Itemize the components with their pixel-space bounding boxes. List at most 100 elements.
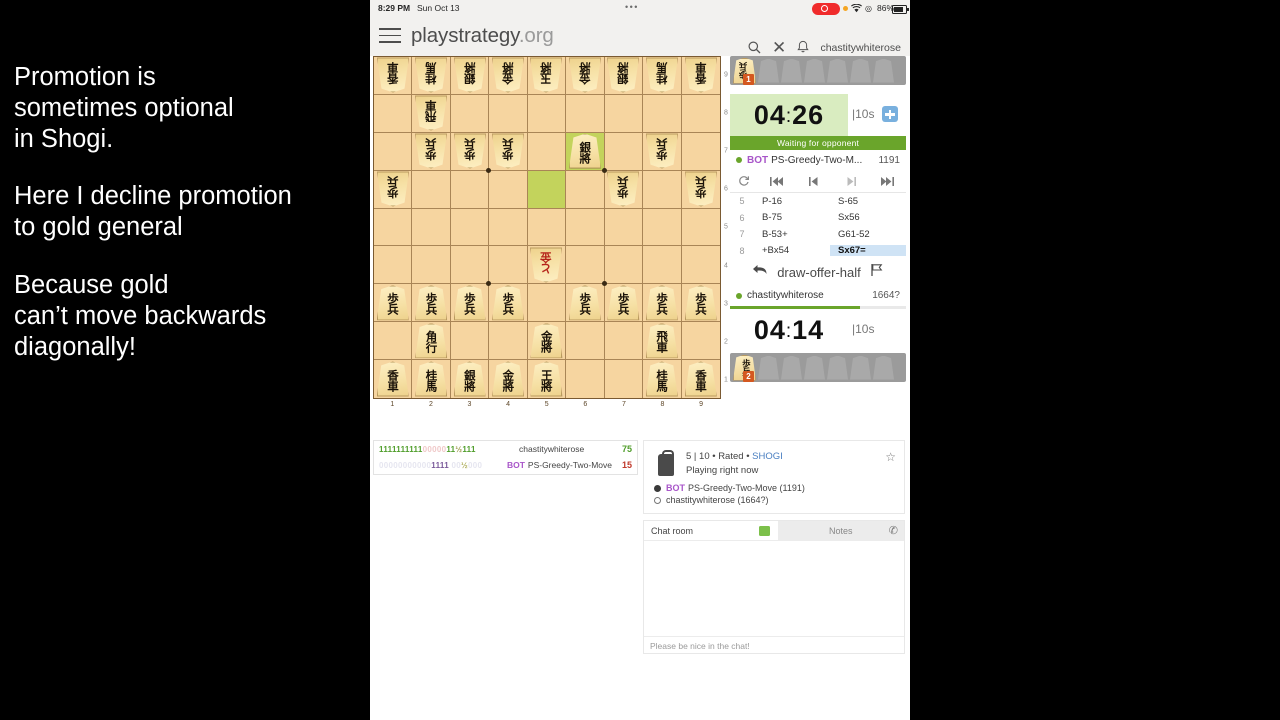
move-black[interactable]: Sx56 [830, 212, 906, 223]
move-white[interactable]: B-75 [754, 212, 830, 223]
close-icon[interactable]: ✕ [772, 39, 786, 56]
board-square-r8c8[interactable]: 飛車 [643, 322, 682, 361]
piece-歩兵-sente[interactable]: 歩兵 [607, 285, 640, 321]
board-square-r6c8[interactable] [643, 246, 682, 285]
piece-歩兵-gote[interactable]: 歩兵 [646, 134, 678, 169]
next-move-icon[interactable] [832, 176, 869, 187]
draw-offer-button[interactable]: draw-offer-half [777, 265, 861, 280]
board-square-r7c6[interactable]: 歩兵 [566, 284, 605, 323]
board-square-r5c6[interactable] [566, 208, 605, 247]
board-square-r9c5[interactable]: 王將 [528, 360, 567, 398]
score-player-name[interactable]: chastitywhiterose [511, 444, 610, 454]
tab-chat-room[interactable]: Chat room [644, 521, 778, 540]
piece-歩兵-gote[interactable]: 歩兵 [685, 172, 717, 207]
board-square-r5c3[interactable] [450, 208, 490, 247]
board-square-r1c2[interactable]: 桂馬 [412, 57, 451, 95]
piece-飛車-sente[interactable]: 飛車 [645, 323, 678, 359]
chat-input[interactable]: Please be nice in the chat! [644, 636, 904, 654]
piece-銀將-gote[interactable]: 銀將 [607, 58, 639, 93]
board-square-r3c7[interactable] [604, 132, 644, 171]
board-square-r7c5[interactable] [527, 284, 567, 323]
board-square-r9c9[interactable]: 香車 [682, 360, 720, 398]
piece-歩兵-sente[interactable]: 歩兵 [645, 285, 678, 321]
flip-board-icon[interactable] [730, 175, 758, 187]
board-square-r4c7[interactable]: 歩兵 [604, 170, 644, 209]
board-square-r2c9[interactable] [681, 95, 720, 133]
piece-銀將-gote[interactable]: 銀將 [454, 58, 486, 93]
chat-toggle-icon[interactable] [758, 525, 770, 536]
board-square-r2c5[interactable] [527, 94, 567, 133]
board-square-r4c8[interactable] [643, 170, 682, 209]
plus-icon[interactable] [882, 106, 898, 122]
board-square-r1c5[interactable]: 玉將 [527, 57, 567, 95]
board-square-r3c8[interactable]: 歩兵 [643, 132, 682, 171]
board-square-r5c2[interactable] [412, 208, 451, 247]
piece-歩兵-gote[interactable]: 歩兵 [454, 134, 486, 169]
piece-歩兵-sente[interactable]: 歩兵 [453, 285, 486, 321]
opponent-name[interactable]: PS-Greedy-Two-M... [771, 155, 862, 166]
piece-金將-gote[interactable]: 金將 [569, 58, 601, 93]
board-square-r5c5[interactable] [527, 208, 567, 247]
board-square-r6c7[interactable] [604, 246, 644, 285]
board-square-r7c7[interactable]: 歩兵 [604, 284, 644, 323]
board-square-r7c1[interactable]: 歩兵 [374, 284, 413, 323]
board-square-r9c7[interactable] [605, 360, 644, 398]
board-square-r6c6[interactable] [566, 246, 607, 287]
piece-金將-sente[interactable]: 金將 [530, 323, 563, 359]
hamburger-menu-icon[interactable] [379, 26, 401, 46]
piece-玉將-gote[interactable]: 玉將 [530, 58, 562, 93]
board-square-r2c2[interactable]: 飛車 [412, 94, 451, 133]
board-square-r3c4[interactable]: 歩兵 [489, 132, 528, 171]
board-square-r3c1[interactable] [374, 132, 413, 171]
piece-王將-sente[interactable]: 王將 [530, 361, 563, 397]
board-square-r2c3[interactable] [450, 94, 490, 133]
header-username[interactable]: chastitywhiterose [820, 42, 901, 54]
board-square-r4c3[interactable] [450, 170, 490, 209]
board-square-r8c7[interactable] [604, 322, 644, 361]
board-square-r7c2[interactable]: 歩兵 [412, 284, 451, 323]
prev-move-icon[interactable] [795, 176, 832, 187]
board-square-r5c8[interactable] [643, 208, 682, 247]
board-square-r6c9[interactable] [681, 246, 720, 285]
piece-歩兵-sente[interactable]: 歩兵 [415, 285, 448, 321]
board-square-r2c4[interactable] [489, 94, 528, 133]
piece-香車-gote[interactable]: 香車 [685, 58, 717, 93]
captured-pieces-tray-opponent[interactable]: 歩兵 1 [730, 56, 906, 85]
piece-銀將-sente[interactable]: 銀將 [568, 133, 601, 169]
board-square-r2c6[interactable] [566, 94, 605, 133]
board-square-r9c2[interactable]: 桂馬 [412, 360, 451, 398]
board-square-r4c9[interactable]: 歩兵 [681, 171, 720, 209]
piece-香車-gote[interactable]: 香車 [377, 58, 409, 93]
board-square-r1c8[interactable]: 桂馬 [643, 57, 682, 95]
piece-桂馬-sente[interactable]: 桂馬 [415, 361, 448, 397]
last-move-icon[interactable] [869, 176, 906, 187]
board-square-r3c5[interactable] [527, 132, 567, 171]
piece-飛車-gote[interactable]: 飛車 [415, 96, 447, 131]
piece-金將-sente[interactable]: 金將 [492, 361, 525, 397]
board-square-r8c4[interactable] [489, 322, 528, 361]
board-square-r4c5[interactable] [527, 170, 567, 209]
board-square-r2c1[interactable] [374, 94, 413, 133]
piece-桂馬-gote[interactable]: 桂馬 [646, 58, 678, 93]
board-square-r5c7[interactable] [604, 208, 644, 247]
board-square-r8c6[interactable] [566, 322, 605, 361]
board-square-r4c1[interactable]: 歩兵 [374, 170, 413, 209]
board-square-r9c6[interactable] [566, 360, 605, 398]
board-square-r3c2[interactable]: 歩兵 [412, 132, 451, 171]
board-square-r5c1[interactable] [374, 208, 413, 247]
board-square-r9c4[interactable]: 金將 [489, 360, 528, 398]
board-square-r4c6[interactable] [566, 170, 605, 209]
takeback-icon[interactable] [752, 263, 768, 281]
captured-pieces-tray-me[interactable]: 歩兵 2 [730, 353, 906, 382]
my-name[interactable]: chastitywhiterose [747, 290, 824, 301]
board-square-r2c8[interactable] [643, 94, 682, 133]
board-square-r1c1[interactable]: 香車 [374, 57, 413, 95]
piece-銀將-sente[interactable]: 銀將 [453, 361, 486, 397]
piece-歩兵-gote[interactable]: 歩兵 [492, 134, 524, 169]
piece-歩兵-sente[interactable]: 歩兵 [568, 285, 601, 321]
board-square-r1c3[interactable]: 銀將 [450, 57, 490, 95]
game-variant-link[interactable]: SHOGI [752, 451, 783, 462]
piece-桂馬-sente[interactable]: 桂馬 [645, 361, 678, 397]
piece-と金-gote[interactable]: と金 [530, 247, 562, 282]
piece-歩兵-sente[interactable]: 歩兵 [684, 285, 717, 321]
